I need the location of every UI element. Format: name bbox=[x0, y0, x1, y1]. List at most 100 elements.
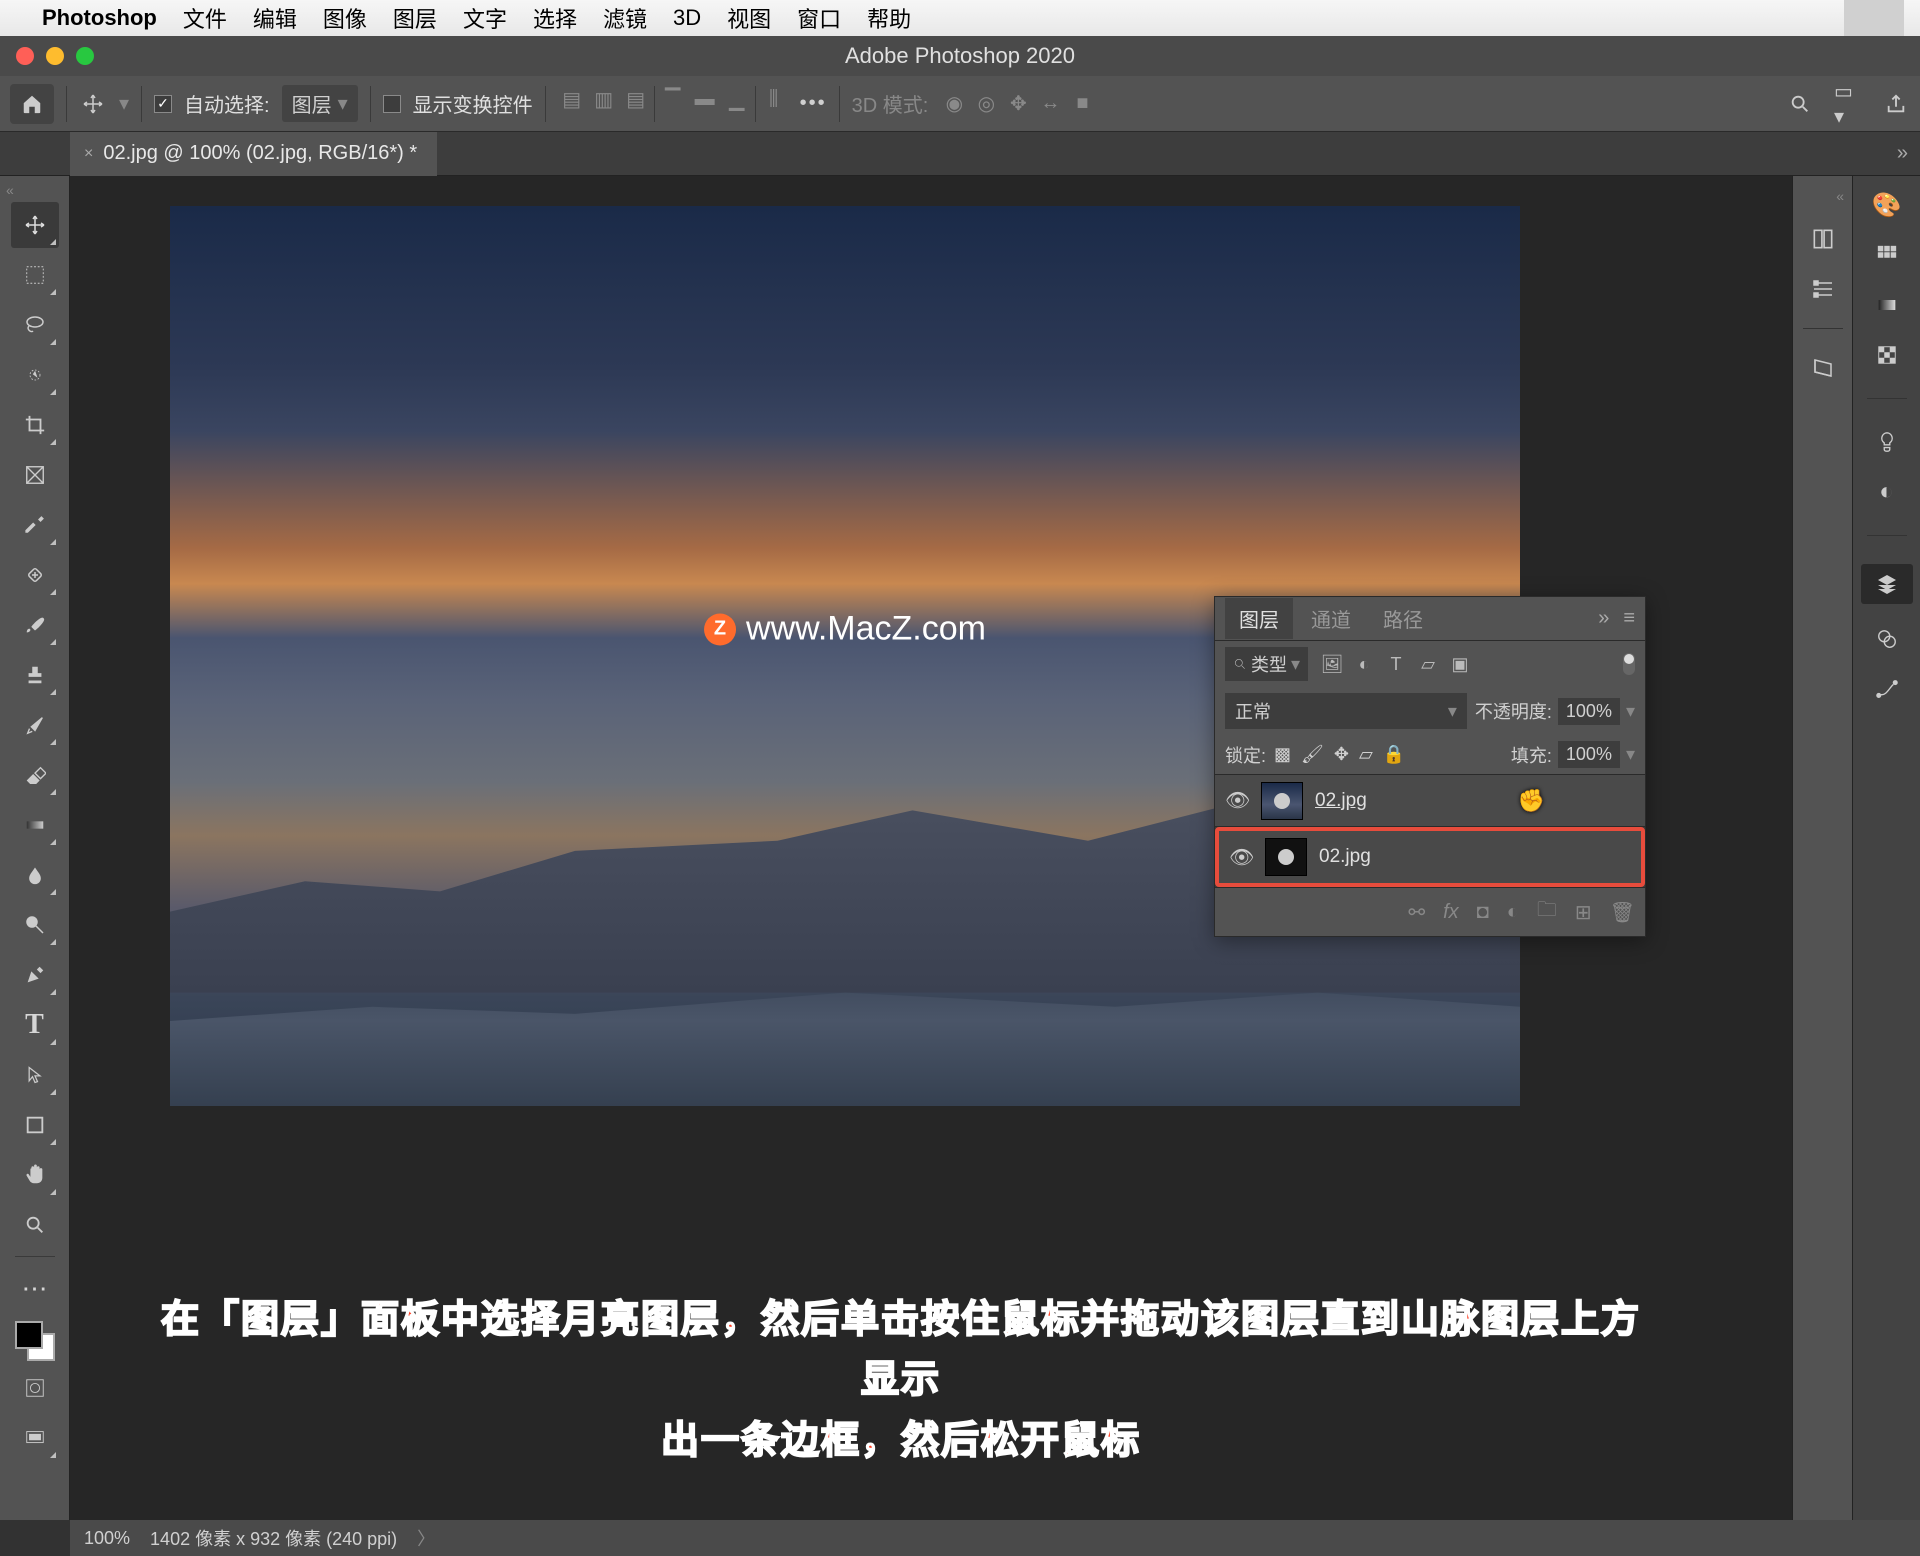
panel-menu-icon[interactable]: ≡ bbox=[1623, 607, 1635, 630]
lock-artboard-icon[interactable]: ▱ bbox=[1359, 744, 1373, 765]
layer-filter-kind-select[interactable]: 类型 ▾ bbox=[1225, 647, 1308, 681]
hand-tool[interactable] bbox=[11, 1152, 59, 1198]
canvas-area[interactable]: Z www.MacZ.com 图层 通道 路径 » ≡ 类型 ▾ bbox=[70, 176, 1792, 1520]
layer-group-icon[interactable]: 🗀 bbox=[1537, 895, 1557, 929]
filter-toggle[interactable] bbox=[1623, 653, 1635, 675]
link-layers-icon[interactable]: ⚯ bbox=[1408, 900, 1425, 925]
eraser-tool[interactable] bbox=[11, 752, 59, 798]
3d-scale-icon[interactable]: ■ bbox=[1068, 90, 1096, 118]
search-icon[interactable] bbox=[1786, 90, 1814, 118]
shape-tool[interactable] bbox=[11, 1102, 59, 1148]
distribute-h-icon[interactable]: ⫼ bbox=[760, 86, 788, 114]
gradients-panel-icon[interactable] bbox=[1872, 290, 1902, 320]
libraries-panel-icon[interactable] bbox=[1808, 353, 1838, 383]
menu-select[interactable]: 选择 bbox=[533, 2, 577, 34]
visibility-toggle-icon[interactable]: 👁 bbox=[1229, 845, 1253, 870]
layer-mask-icon[interactable]: ◘ bbox=[1477, 901, 1489, 924]
frame-tool[interactable] bbox=[11, 452, 59, 498]
gradient-tool[interactable] bbox=[11, 802, 59, 848]
menu-filter[interactable]: 滤镜 bbox=[603, 2, 647, 34]
expand-panels-icon[interactable]: « bbox=[1836, 188, 1844, 204]
swatches-panel-icon[interactable] bbox=[1872, 240, 1902, 270]
quick-select-tool[interactable] bbox=[11, 352, 59, 398]
document-dimensions[interactable]: 1402 像素 x 932 像素 (240 ppi) bbox=[150, 1525, 397, 1551]
align-center-h-icon[interactable]: ▥ bbox=[590, 86, 618, 114]
quick-mask-icon[interactable] bbox=[11, 1365, 59, 1411]
paths-panel-icon[interactable] bbox=[1872, 674, 1902, 704]
filter-shape-icon[interactable]: ▱ bbox=[1416, 652, 1440, 676]
brush-tool[interactable] bbox=[11, 602, 59, 648]
align-right-icon[interactable]: ▤ bbox=[622, 86, 650, 114]
screen-mode-icon[interactable] bbox=[11, 1415, 59, 1461]
menu-type[interactable]: 文字 bbox=[463, 2, 507, 34]
healing-tool[interactable] bbox=[11, 552, 59, 598]
adjustment-layer-icon[interactable]: ◐ bbox=[1507, 901, 1519, 924]
menu-image[interactable]: 图像 bbox=[323, 2, 367, 34]
maximize-button[interactable] bbox=[76, 47, 94, 65]
lock-pixels-icon[interactable]: ▩ bbox=[1274, 744, 1291, 765]
learn-panel-icon[interactable] bbox=[1872, 427, 1902, 457]
align-left-icon[interactable]: ▤ bbox=[558, 86, 586, 114]
marquee-tool[interactable] bbox=[11, 252, 59, 298]
delete-layer-icon[interactable]: 🗑 bbox=[1610, 900, 1635, 925]
visibility-toggle-icon[interactable]: 👁 bbox=[1225, 788, 1249, 813]
layer-item[interactable]: 👁 02.jpg bbox=[1219, 831, 1641, 883]
stamp-tool[interactable] bbox=[11, 652, 59, 698]
auto-select-target-select[interactable]: 图层▾ bbox=[282, 85, 358, 122]
properties-panel-icon[interactable] bbox=[1808, 274, 1838, 304]
type-tool[interactable]: T bbox=[11, 1002, 59, 1048]
3d-orbit-icon[interactable]: ◉ bbox=[940, 90, 968, 118]
tab-channels[interactable]: 通道 bbox=[1297, 598, 1365, 639]
layer-name[interactable]: 02.jpg bbox=[1319, 846, 1371, 868]
lasso-tool[interactable] bbox=[11, 302, 59, 348]
close-tab-icon[interactable]: × bbox=[84, 145, 93, 163]
edit-toolbar-icon[interactable]: ⋯ bbox=[11, 1265, 59, 1311]
history-brush-tool[interactable] bbox=[11, 702, 59, 748]
share-icon[interactable] bbox=[1882, 90, 1910, 118]
workspace-icon[interactable]: ▭ ▾ bbox=[1834, 90, 1862, 118]
show-transform-checkbox[interactable] bbox=[383, 95, 401, 113]
filter-adjust-icon[interactable]: ◐ bbox=[1352, 652, 1376, 676]
patterns-panel-icon[interactable] bbox=[1872, 340, 1902, 370]
collapse-toolbar-icon[interactable]: « bbox=[6, 182, 14, 198]
tab-layers[interactable]: 图层 bbox=[1225, 598, 1293, 639]
pen-tool[interactable] bbox=[11, 952, 59, 998]
3d-slide-icon[interactable]: ↔ bbox=[1036, 90, 1064, 118]
close-button[interactable] bbox=[16, 47, 34, 65]
align-bottom-icon[interactable]: ▁ bbox=[723, 86, 751, 114]
menu-help[interactable]: 帮助 bbox=[867, 2, 911, 34]
zoom-tool[interactable] bbox=[11, 1202, 59, 1248]
document-tab[interactable]: × 02.jpg @ 100% (02.jpg, RGB/16*) * bbox=[70, 132, 437, 176]
3d-pan-icon[interactable]: ✥ bbox=[1004, 90, 1032, 118]
menu-view[interactable]: 视图 bbox=[727, 2, 771, 34]
move-tool[interactable] bbox=[11, 202, 59, 248]
blur-tool[interactable] bbox=[11, 852, 59, 898]
menu-file[interactable]: 文件 bbox=[183, 2, 227, 34]
layer-item[interactable]: 👁 02.jpg ✊ bbox=[1215, 775, 1645, 827]
adjustments-panel-icon[interactable]: ◐ bbox=[1872, 477, 1902, 507]
menu-window[interactable]: 窗口 bbox=[797, 2, 841, 34]
layer-thumbnail[interactable] bbox=[1261, 782, 1303, 820]
new-layer-icon[interactable]: ⊞ bbox=[1575, 900, 1592, 925]
fill-value[interactable]: 100% bbox=[1558, 741, 1620, 768]
align-top-icon[interactable]: ▔ bbox=[659, 86, 687, 114]
home-button[interactable] bbox=[10, 84, 54, 124]
color-panel-icon[interactable]: 🎨 bbox=[1872, 190, 1902, 220]
layers-panel-icon[interactable] bbox=[1861, 564, 1913, 604]
channels-panel-icon[interactable] bbox=[1872, 624, 1902, 654]
opacity-value[interactable]: 100% bbox=[1558, 698, 1620, 725]
3d-roll-icon[interactable]: ◎ bbox=[972, 90, 1000, 118]
filter-smart-icon[interactable]: ▣ bbox=[1448, 652, 1472, 676]
dodge-tool[interactable] bbox=[11, 902, 59, 948]
layer-thumbnail[interactable] bbox=[1265, 838, 1307, 876]
layer-name[interactable]: 02.jpg bbox=[1315, 790, 1367, 812]
auto-select-checkbox[interactable] bbox=[154, 95, 172, 113]
blend-mode-select[interactable]: 正常▾ bbox=[1225, 693, 1467, 729]
status-flyout-icon[interactable]: 〉 bbox=[417, 1525, 435, 1551]
minimize-button[interactable] bbox=[46, 47, 64, 65]
menu-layer[interactable]: 图层 bbox=[393, 2, 437, 34]
lock-position-icon[interactable]: ✥ bbox=[1334, 744, 1349, 765]
history-panel-icon[interactable] bbox=[1808, 224, 1838, 254]
align-middle-icon[interactable]: ▬ bbox=[691, 86, 719, 114]
lock-paint-icon[interactable]: 🖌 bbox=[1301, 744, 1324, 765]
